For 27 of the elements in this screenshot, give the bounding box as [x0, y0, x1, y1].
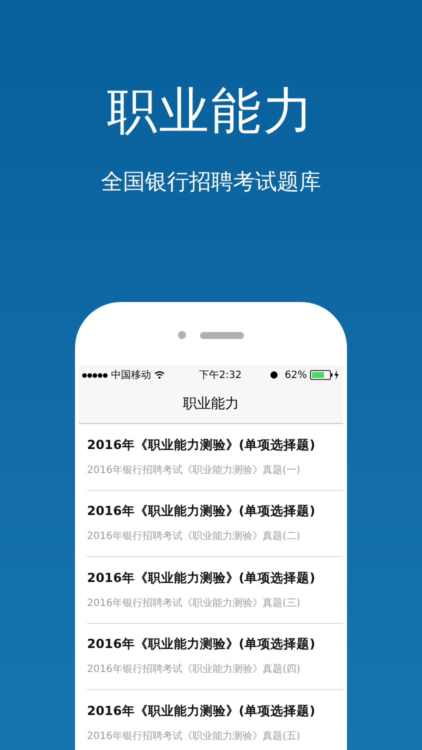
list-item[interactable]: 2016年《职业能力测验》(单项选择题) 2016年银行招聘考试《职业能力测验》真题(四)	[87, 624, 343, 690]
list-item[interactable]: 2016年《职业能力测验》(单项选择题) 2016年银行招聘考试《职业能力测验》真题(三)	[87, 557, 343, 624]
item-subtitle: 2016年银行招聘考试《职业能力测验》真题(二)	[87, 530, 302, 544]
tagline: 全国银行招聘考试题库	[101, 169, 321, 197]
carrier-label: 中国移动	[111, 368, 151, 382]
list-item[interactable]: 2016年《职业能力测验》(单项选择题) 2016年银行招聘考试《职业能力测验》真题(二)	[87, 490, 343, 557]
wifi-icon	[154, 371, 165, 379]
list-item[interactable]: 2016年《职业能力测验》(单项选择题) 2016年银行招聘考试《职业能力测验》真题(一)	[87, 424, 343, 490]
speaker-icon	[200, 332, 244, 338]
item-title: 2016年《职业能力测验》(单项选择题)	[87, 635, 316, 654]
item-title: 2016年《职业能力测验》(单项选择题)	[87, 568, 316, 587]
item-title: 2016年《职业能力测验》(单项选择题)	[87, 702, 316, 720]
item-subtitle: 2016年银行招聘考试《职业能力测验》真题(四)	[87, 662, 302, 678]
camera-icon	[178, 331, 186, 339]
item-subtitle: 2016年银行招聘考试《职业能力测验》真题(三)	[87, 596, 302, 611]
alarm-icon	[270, 371, 278, 379]
battery-percent: 62%	[284, 368, 307, 382]
nav-title: 职业能力	[183, 394, 239, 414]
battery-charging-icon	[310, 370, 340, 380]
item-subtitle: 2016年银行招聘考试《职业能力测验》真题(五)	[87, 730, 302, 744]
headline: 职业能力	[107, 81, 315, 142]
list-item[interactable]: 2016年《职业能力测验》(单项选择题) 2016年银行招聘考试《职业能力测验》真题(五)	[87, 690, 343, 750]
item-subtitle: 2016年银行招聘考试《职业能力测验》真题(一)	[87, 464, 302, 478]
signal-icon	[82, 372, 108, 378]
time-label: 下午2:32	[199, 368, 242, 382]
item-title: 2016年《职业能力测验》(单项选择题)	[87, 436, 316, 454]
item-title: 2016年《职业能力测验》(单项选择题)	[87, 502, 316, 520]
